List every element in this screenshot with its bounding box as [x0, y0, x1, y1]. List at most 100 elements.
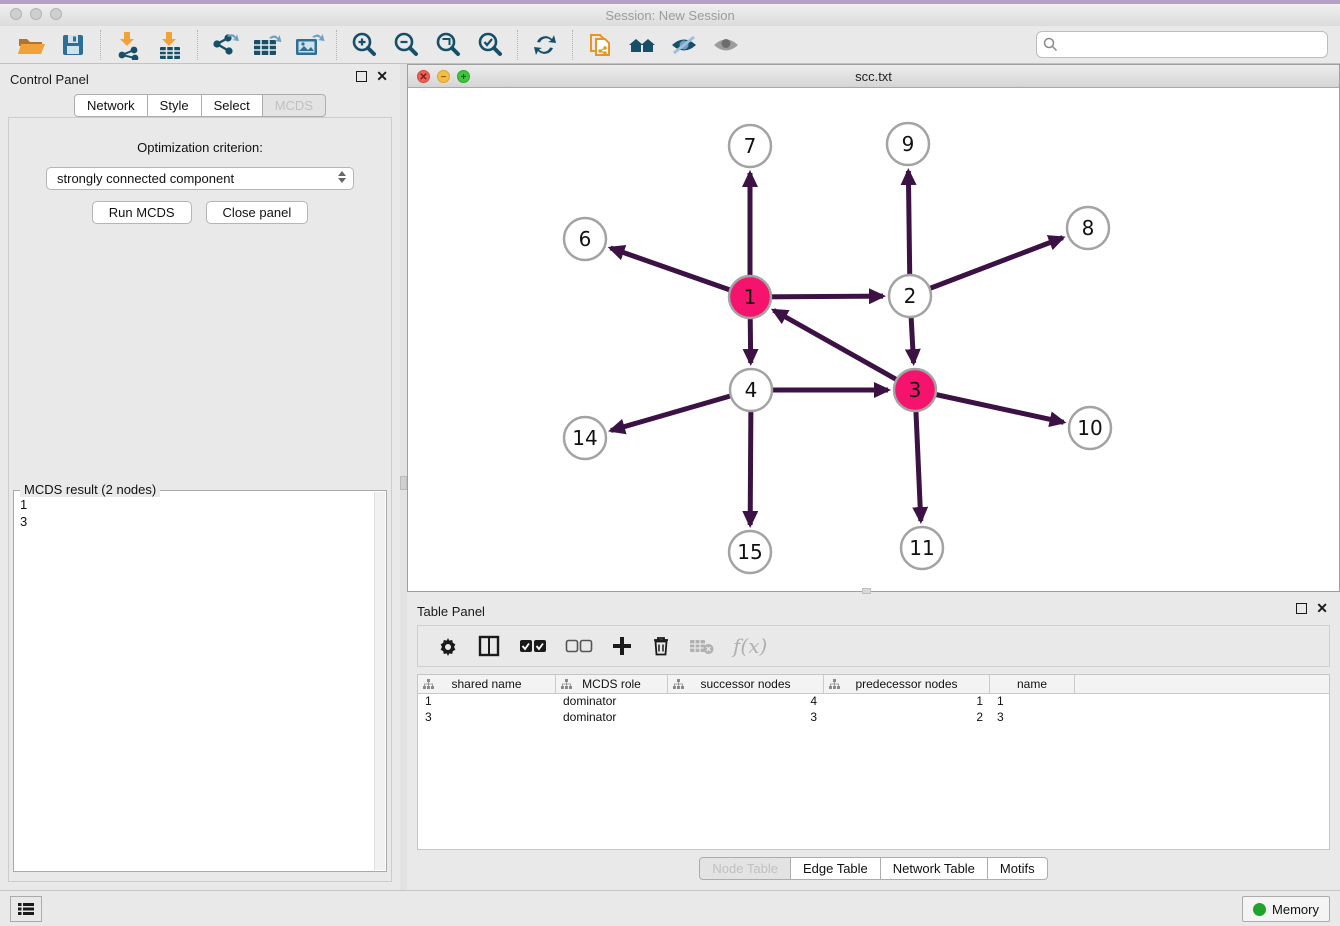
task-history-button[interactable]: [10, 896, 42, 922]
mcds-result-text[interactable]: 1 3: [16, 494, 372, 869]
network-window-titlebar[interactable]: ✕ − + scc.txt: [408, 65, 1339, 88]
toolbar-separator: [572, 30, 573, 60]
edge-3-1[interactable]: [774, 310, 915, 390]
table-panel-title: Table Panel: [417, 604, 485, 619]
zoom-out-icon[interactable]: [389, 29, 423, 61]
cell-successor-nodes[interactable]: 4: [668, 694, 824, 710]
table-row[interactable]: 3dominator323: [418, 710, 1329, 726]
node-table-body: 1dominator4113dominator323: [418, 694, 1329, 726]
search-input[interactable]: [1036, 31, 1328, 58]
optimization-criterion-label: Optimization criterion:: [9, 140, 391, 155]
open-file-icon[interactable]: [14, 29, 48, 61]
export-image-icon[interactable]: [292, 29, 326, 61]
criterion-select-value: strongly connected component: [57, 171, 234, 186]
column-type-icon: [423, 679, 434, 690]
network-graph[interactable]: 7 9 6 8 1 2 4 3 14 10 15 11: [408, 88, 1339, 591]
column-visibility-icon[interactable]: [477, 634, 501, 658]
export-network-icon[interactable]: [208, 29, 242, 61]
graph-node-1[interactable]: 1: [729, 276, 771, 318]
node-label: 4: [745, 378, 758, 402]
tab-style[interactable]: Style: [148, 94, 202, 117]
column-header-predecessor-nodes[interactable]: predecessor nodes: [824, 675, 990, 693]
close-panel-icon[interactable]: ✕: [376, 71, 388, 82]
graph-node-3[interactable]: 3: [894, 369, 936, 411]
splitter-handle[interactable]: [400, 476, 407, 490]
graph-node-10[interactable]: 10: [1069, 407, 1111, 449]
cell-MCDS-role[interactable]: dominator: [556, 710, 668, 726]
column-header-name[interactable]: name: [990, 675, 1075, 693]
cell-predecessor-nodes[interactable]: 1: [824, 694, 990, 710]
criterion-select[interactable]: strongly connected component: [46, 167, 354, 190]
tab-motifs[interactable]: Motifs: [988, 857, 1048, 880]
zoom-fit-icon[interactable]: [431, 29, 465, 61]
edge-2-8[interactable]: [910, 238, 1063, 296]
select-all-checkboxes-icon[interactable]: [519, 639, 547, 653]
graph-node-6[interactable]: 6: [564, 218, 606, 260]
node-label: 6: [579, 227, 592, 251]
clone-network-icon[interactable]: [583, 29, 617, 61]
toolbar-separator: [336, 30, 337, 60]
result-scrollbar[interactable]: [374, 492, 385, 870]
table-row[interactable]: 1dominator411: [418, 694, 1329, 710]
cell-MCDS-role[interactable]: dominator: [556, 694, 668, 710]
vertical-splitter[interactable]: [400, 64, 407, 890]
graph-node-14[interactable]: 14: [564, 417, 606, 459]
control-panel: Control Panel ✕ NetworkStyleSelectMCDS O…: [0, 64, 400, 890]
refresh-icon[interactable]: [528, 29, 562, 61]
control-panel-title: Control Panel: [10, 72, 89, 87]
float-panel-icon[interactable]: [356, 71, 367, 82]
tab-mcds[interactable]: MCDS: [263, 94, 326, 117]
memory-button[interactable]: Memory: [1242, 896, 1330, 922]
cell-shared-name[interactable]: 3: [418, 710, 556, 726]
tab-network[interactable]: Network: [74, 94, 148, 117]
apply-function-icon[interactable]: f(x): [733, 634, 767, 658]
save-session-icon[interactable]: [56, 29, 90, 61]
graph-node-8[interactable]: 8: [1067, 207, 1109, 249]
show-all-icon[interactable]: [709, 29, 743, 61]
column-type-icon: [673, 679, 684, 690]
table-settings-icon[interactable]: [437, 635, 459, 657]
table-panel: Table Panel ✕ f(x) shared nameMCDS rol: [407, 596, 1340, 890]
float-table-panel-icon[interactable]: [1296, 603, 1307, 614]
close-table-panel-icon[interactable]: ✕: [1316, 603, 1328, 614]
column-header-shared-name[interactable]: shared name: [418, 675, 556, 693]
deselect-all-checkboxes-icon[interactable]: [565, 639, 593, 653]
import-table-icon[interactable]: [153, 29, 187, 61]
cell-shared-name[interactable]: 1: [418, 694, 556, 710]
horizontal-splitter-handle[interactable]: [862, 588, 871, 594]
column-header-successor-nodes[interactable]: successor nodes: [668, 675, 824, 693]
tab-edge-table[interactable]: Edge Table: [791, 857, 881, 880]
tab-select[interactable]: Select: [202, 94, 263, 117]
column-type-icon: [829, 679, 840, 690]
tab-network-table[interactable]: Network Table: [881, 857, 988, 880]
memory-label: Memory: [1272, 902, 1319, 917]
zoom-selected-icon[interactable]: [473, 29, 507, 61]
node-table[interactable]: shared nameMCDS rolesuccessor nodesprede…: [417, 674, 1330, 850]
column-type-icon: [561, 679, 572, 690]
first-neighbors-icon[interactable]: [625, 29, 659, 61]
delete-rows-icon[interactable]: [651, 635, 671, 657]
graph-node-11[interactable]: 11: [901, 527, 943, 569]
graph-node-7[interactable]: 7: [729, 125, 771, 167]
tab-node-table[interactable]: Node Table: [699, 857, 791, 880]
network-canvas[interactable]: 7 9 6 8 1 2 4 3 14 10 15 11: [408, 88, 1339, 591]
cell-name[interactable]: 3: [990, 710, 1075, 726]
graph-node-2[interactable]: 2: [889, 275, 931, 317]
close-panel-button[interactable]: Close panel: [206, 201, 309, 224]
import-network-icon[interactable]: [111, 29, 145, 61]
export-table-icon[interactable]: [250, 29, 284, 61]
hide-selected-icon[interactable]: [667, 29, 701, 61]
graph-node-15[interactable]: 15: [729, 531, 771, 573]
table-panel-tabs: Node TableEdge TableNetwork TableMotifs: [407, 857, 1340, 880]
cell-successor-nodes[interactable]: 3: [668, 710, 824, 726]
cell-predecessor-nodes[interactable]: 2: [824, 710, 990, 726]
run-mcds-button[interactable]: Run MCDS: [92, 201, 192, 224]
edge-3-10[interactable]: [915, 390, 1064, 422]
zoom-in-icon[interactable]: [347, 29, 381, 61]
delete-table-icon[interactable]: [689, 637, 715, 655]
cell-name[interactable]: 1: [990, 694, 1075, 710]
graph-node-4[interactable]: 4: [730, 369, 772, 411]
graph-node-9[interactable]: 9: [887, 123, 929, 165]
column-header-MCDS-role[interactable]: MCDS role: [556, 675, 668, 693]
add-row-icon[interactable]: [611, 635, 633, 657]
